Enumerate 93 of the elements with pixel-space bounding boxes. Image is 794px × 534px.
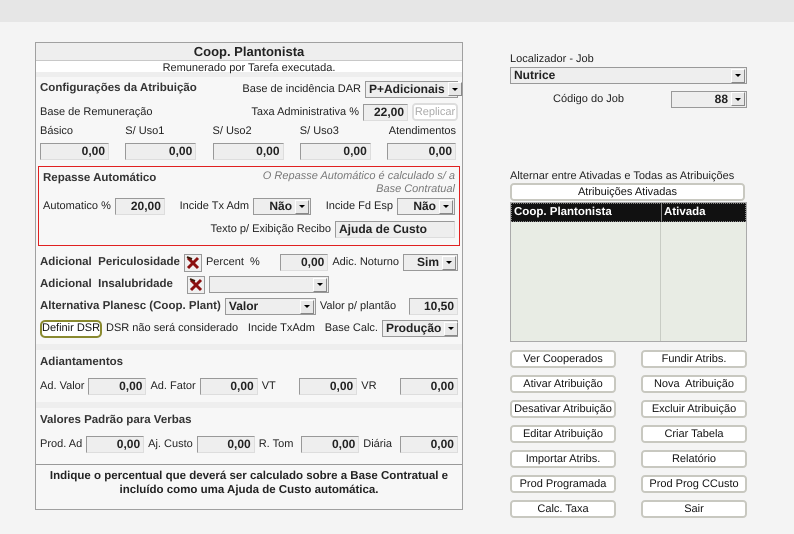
- field-label: VR: [361, 379, 377, 394]
- field-label: R. Tom: [258, 437, 294, 452]
- field-label: Percent %: [206, 255, 260, 270]
- field-label: Incide Tx Adm: [180, 199, 250, 214]
- input-field[interactable]: 0,00: [212, 142, 284, 160]
- input-field[interactable]: 0,00: [86, 436, 144, 453]
- input-field[interactable]: 0,00: [299, 378, 358, 395]
- input-field[interactable]: 0,00: [280, 254, 328, 271]
- action-button[interactable]: Desativar Atribuição: [510, 400, 616, 418]
- action-button[interactable]: Excluir Atribuição: [641, 400, 747, 418]
- hint-text: Indique o percentual que deverá ser calculado sobre a Base Contratual e incluído como uma Ajuda de Custo automática.: [36, 464, 462, 500]
- input-field[interactable]: Ajuda de Custo: [335, 221, 455, 238]
- panel-title: Coop. Plantonista: [36, 43, 462, 61]
- field-label: Base Calc.: [324, 321, 378, 336]
- field-label: Automatico %: [43, 199, 111, 214]
- dropdown[interactable]: 88: [671, 90, 748, 108]
- action-button[interactable]: Fundir Atribs.: [641, 350, 747, 368]
- field-label: Localizador - Job: [510, 52, 595, 65]
- section-heading: Valores Padrão para Verbas: [40, 412, 192, 428]
- action-button[interactable]: Prod Prog CCusto: [641, 475, 747, 493]
- dropdown[interactable]: Produção: [382, 320, 458, 337]
- action-button[interactable]: Nova Atribuição: [641, 375, 747, 393]
- field-label: S/ Uso3: [300, 124, 340, 139]
- input-field[interactable]: 0,00: [125, 142, 196, 160]
- caret-icon: [444, 322, 458, 336]
- section-heading: Configurações da Atribuição: [40, 81, 197, 96]
- caret-icon: [439, 200, 454, 214]
- field-label: S/ Uso1: [125, 124, 166, 139]
- field-label: Incide Fd Esp: [326, 199, 394, 214]
- input-field[interactable]: 0,00: [88, 378, 146, 395]
- field-label: Taxa Administrativa %: [251, 104, 359, 120]
- field-label: S/ Uso2: [212, 124, 253, 139]
- panel-subtitle: Remunerado por Tarefa executada.: [36, 61, 462, 77]
- dropdown[interactable]: Não: [397, 198, 456, 215]
- action-button[interactable]: Calc. Taxa: [510, 500, 616, 518]
- caret-icon: [442, 256, 456, 270]
- caret-icon: [731, 92, 746, 106]
- input-field[interactable]: 0,00: [300, 142, 371, 160]
- column-header: Coop. Plantonista: [512, 204, 662, 222]
- input-field[interactable]: 0,00: [200, 378, 258, 395]
- field-label: Adic. Noturno: [332, 255, 399, 270]
- field-label: Texto p/ Exibição Recibo: [210, 222, 331, 238]
- action-button[interactable]: Sair: [641, 500, 747, 518]
- section-heading: Adiantamentos: [40, 354, 124, 370]
- field-label: Base de incidência DAR: [242, 82, 361, 97]
- action-button[interactable]: Ativar Atribuição: [510, 375, 616, 393]
- action-button[interactable]: Ver Cooperados: [510, 350, 616, 368]
- field-label: Ad. Fator: [150, 379, 196, 394]
- dropdown[interactable]: Valor: [224, 298, 316, 315]
- action-button[interactable]: Importar Atribs.: [510, 450, 616, 468]
- field-label: Alternativa Planesc (Coop. Plant): [40, 298, 221, 314]
- input-field[interactable]: 0,00: [400, 436, 458, 453]
- input-field[interactable]: 0,00: [40, 142, 109, 160]
- field-label: DSR não será considerado: [106, 321, 238, 336]
- field-label: Ad. Valor: [40, 379, 84, 394]
- field-label: Alternar entre Ativadas e Todas as Atribuições: [510, 169, 736, 183]
- field-label: Base de Remuneração: [40, 104, 153, 120]
- caret-icon: [300, 300, 314, 314]
- field-label: Adicional Periculosidade: [40, 254, 180, 270]
- input-field[interactable]: 22,00: [363, 104, 408, 120]
- dropdown[interactable]: Sim: [403, 254, 458, 271]
- definir-dsr-button[interactable]: Definir DSR: [40, 320, 102, 338]
- field-label: Básico: [40, 124, 74, 139]
- input-field[interactable]: 0,00: [301, 436, 360, 453]
- field-label: Código do Job: [553, 92, 624, 107]
- remove-icon[interactable]: [187, 276, 205, 294]
- toggle-button[interactable]: Atribuições Ativadas: [510, 183, 745, 201]
- field-label: Diária: [363, 437, 392, 452]
- action-button[interactable]: Relatório: [641, 450, 747, 468]
- field-label: Atendimentos: [388, 124, 456, 139]
- field-label: Adicional Insalubridade: [40, 276, 174, 292]
- field-label: Valor p/ plantão: [320, 299, 396, 314]
- caret-icon: [731, 68, 745, 82]
- field-label: Prod. Ad: [40, 437, 82, 452]
- input-field[interactable]: 0,00: [400, 378, 458, 395]
- input-field[interactable]: 10,50: [409, 298, 458, 315]
- note-text: O Repasse Automático é calculado s/ a Base Contratual: [262, 170, 455, 196]
- column-header: Ativada: [663, 205, 707, 220]
- input-field[interactable]: 0,00: [196, 436, 255, 453]
- input-field[interactable]: 20,00: [114, 198, 165, 215]
- dropdown[interactable]: Não: [253, 198, 312, 215]
- section-heading: Repasse Automático: [43, 170, 156, 186]
- field-label: Aj. Custo: [148, 437, 193, 452]
- action-button[interactable]: Editar Atribuição: [510, 425, 616, 443]
- dropdown[interactable]: Nutrice: [510, 67, 747, 84]
- remove-icon[interactable]: [184, 254, 202, 272]
- field-label: VT: [262, 379, 276, 394]
- action-button[interactable]: Criar Tabela: [641, 425, 747, 443]
- action-button[interactable]: Prod Programada: [510, 475, 616, 493]
- caret-icon: [313, 278, 327, 292]
- input-field[interactable]: 0,00: [387, 142, 456, 160]
- field-label: Incide TxAdm: [248, 321, 315, 336]
- caret-icon: [295, 200, 310, 214]
